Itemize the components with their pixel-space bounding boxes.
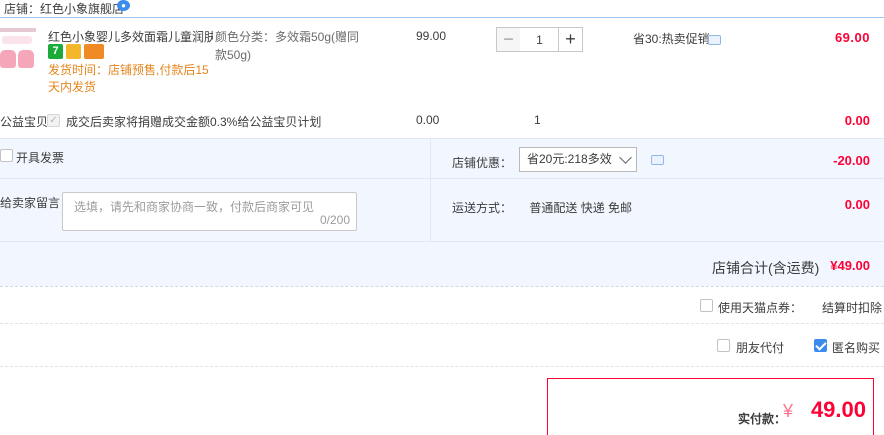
shop-divider [0,17,884,18]
panel-lower-divider [0,241,884,242]
divider [0,366,884,367]
charity-subtotal: 0.00 [844,113,870,128]
shop-total-label: 店铺合计(含运费) [712,260,820,276]
quantity-stepper: − 1 + [496,27,583,52]
discount-info-icon[interactable] [651,155,664,165]
lightbulb-icon [66,44,81,59]
quantity-input[interactable]: 1 [520,27,559,52]
payment-amount: 49.00 [810,397,866,422]
invoice-checkbox[interactable] [0,149,13,162]
unit-price: 99.00 [416,29,447,43]
charity-text: 成交后卖家将捐赠成交金额0.3%给公益宝贝计划 [66,115,322,129]
charity-qty: 1 [534,113,541,127]
shipping-method-value: 普通配送 快递 免邮 [529,201,633,215]
seven-day-return-icon: 7 [48,44,63,59]
seller-message-input[interactable]: 选填，请先和商家协商一致，付款后商家可见 0/200 [62,192,357,231]
friend-pay-label[interactable]: 朋友代付 [736,339,784,356]
charity-label: 公益宝贝 [0,115,49,129]
divider [0,323,884,324]
panel-mid-divider [0,178,884,179]
product-title[interactable]: 红色小象婴儿多效面霜儿童润肤... [48,28,213,45]
shipping-fee: 0.00 [844,197,870,212]
tmall-points-value: 结算时扣除 [822,301,883,315]
chevron-down-icon [619,151,632,164]
credit-card-icon [84,44,104,59]
promotion-label: 省30:热卖促销 [633,32,710,46]
item-subtotal: 69.00 [834,30,870,45]
shop-discount-selected: 省20元:218多效 [527,152,612,166]
currency-symbol: ¥ [783,401,794,421]
qty-minus-button[interactable]: − [496,27,521,52]
product-thumbnail[interactable] [0,24,38,70]
friend-pay-checkbox[interactable] [717,339,730,352]
wangwang-chat-icon[interactable]: ● [117,0,130,11]
panel-top-border [0,138,884,139]
shop-total-value: ¥49.00 [830,258,870,273]
message-char-count: 0/200 [319,213,350,227]
anonymous-purchase-label[interactable]: 匿名购买 [832,339,880,356]
shop-discount-select[interactable]: 省20元:218多效 [519,147,637,172]
payment-summary: 实付款： ¥ 49.00 [547,378,874,435]
shop-header: 店铺：红色小象旗舰店 ● [0,0,884,17]
payment-label: 实付款： [738,412,787,426]
charity-checkbox: ✓ [47,114,60,127]
invoice-label[interactable]: 开具发票 [16,149,64,166]
panel-vertical-divider [430,139,431,241]
panel-bottom-border [0,286,884,287]
shipping-method-label: 运送方式： [452,201,513,215]
shop-discount-value: -20.00 [833,153,870,168]
shop-discount-label: 店铺优惠： [452,156,513,170]
shop-name[interactable]: 店铺：红色小象旗舰店 [4,0,124,17]
shipping-time-note: 发货时间：店铺预售,付款后15天内发货 [48,63,209,94]
seller-message-placeholder: 选填，请先和商家协商一致，付款后商家可见 [74,200,315,214]
promo-info-icon[interactable] [708,35,721,45]
tmall-points-checkbox[interactable] [700,299,713,312]
tmall-points-label[interactable]: 使用天猫点券： [718,299,802,316]
sku-info: 颜色分类：多效霜50g(赠同款50g) [215,30,360,62]
anonymous-purchase-checkbox[interactable] [814,339,827,352]
shipping-method: 运送方式： 普通配送 快递 免邮 [452,199,632,216]
qty-plus-button[interactable]: + [558,27,583,52]
charity-price: 0.00 [416,113,440,127]
